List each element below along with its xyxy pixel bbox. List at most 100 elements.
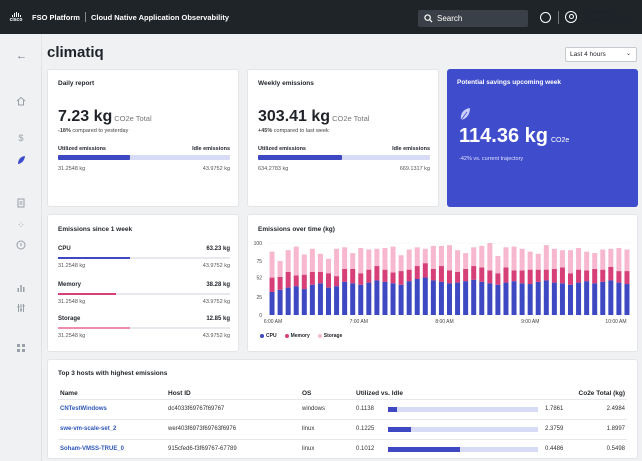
bar-storage[interactable] <box>567 250 574 274</box>
bar-cpu[interactable] <box>309 284 315 315</box>
bar-cpu[interactable] <box>374 280 380 315</box>
bar-storage[interactable] <box>277 261 283 277</box>
bar-memory[interactable] <box>366 269 372 283</box>
host-name-link[interactable]: CNTestWindows <box>60 406 107 412</box>
bar-storage[interactable] <box>455 250 461 272</box>
bar-cpu[interactable] <box>616 282 622 315</box>
bar-cpu[interactable] <box>559 283 565 315</box>
bar-memory[interactable] <box>422 263 428 278</box>
bar-storage[interactable] <box>334 248 340 277</box>
host-name-link[interactable]: swe-vm-scale-set_2 <box>60 426 116 432</box>
bar-cpu[interactable] <box>301 289 307 315</box>
bar-memory[interactable] <box>600 269 606 282</box>
bar-storage[interactable] <box>358 248 364 274</box>
bar-cpu[interactable] <box>414 279 420 315</box>
bar-memory[interactable] <box>374 266 380 281</box>
bar-storage[interactable] <box>438 245 444 267</box>
bar-cpu[interactable] <box>608 280 614 315</box>
bar-cpu[interactable] <box>269 291 275 315</box>
bar-cpu[interactable] <box>406 281 412 315</box>
bar-storage[interactable] <box>366 249 372 270</box>
bar-cpu[interactable] <box>438 281 444 315</box>
bar-chart-icon[interactable] <box>16 283 26 293</box>
bar-storage[interactable] <box>285 250 291 272</box>
help-icon[interactable]: ? <box>540 12 551 23</box>
bar-memory[interactable] <box>576 269 582 283</box>
bar-memory[interactable] <box>543 269 549 281</box>
bar-cpu[interactable] <box>285 287 291 315</box>
bar-storage[interactable] <box>503 247 509 268</box>
bar-cpu[interactable] <box>503 282 509 315</box>
table-row[interactable]: swe-vm-scale-set_2 wer403f6973f69763f697… <box>58 419 627 439</box>
bar-memory[interactable] <box>325 273 332 288</box>
bar-storage[interactable] <box>463 253 469 269</box>
bar-memory[interactable] <box>592 268 598 284</box>
bar-storage[interactable] <box>342 247 348 269</box>
bar-storage[interactable] <box>325 258 332 274</box>
bar-cpu[interactable] <box>325 287 332 315</box>
bar-memory[interactable] <box>350 268 356 284</box>
bar-storage[interactable] <box>519 248 525 271</box>
document-icon[interactable] <box>16 198 26 208</box>
search-input[interactable]: Search <box>418 10 528 27</box>
host-name-link[interactable]: Soham-VMSS-TRUE_0 <box>60 446 124 452</box>
time-range-select[interactable]: Last 4 hours ⌄ <box>565 47 637 62</box>
user-avatar-icon[interactable] <box>565 11 577 23</box>
bar-storage[interactable] <box>309 248 315 272</box>
bar-cpu[interactable] <box>592 283 598 315</box>
bar-memory[interactable] <box>487 270 493 284</box>
bar-memory[interactable] <box>398 271 404 285</box>
bar-memory[interactable] <box>382 269 388 282</box>
bar-cpu[interactable] <box>527 284 533 315</box>
bar-memory[interactable] <box>406 269 412 282</box>
bar-memory[interactable] <box>624 271 630 285</box>
bar-cpu[interactable] <box>463 281 469 315</box>
bar-cpu[interactable] <box>366 282 372 315</box>
bar-storage[interactable] <box>600 249 606 270</box>
bar-cpu[interactable] <box>576 282 582 315</box>
bar-cpu[interactable] <box>430 280 436 315</box>
column-header-name[interactable]: Name <box>60 390 78 397</box>
bar-memory[interactable] <box>519 270 525 284</box>
bar-memory[interactable] <box>535 269 541 282</box>
bar-memory[interactable] <box>455 271 461 283</box>
bar-cpu[interactable] <box>446 283 453 315</box>
user-name[interactable]: Francisco <box>583 9 614 17</box>
sliders-icon[interactable] <box>16 303 26 313</box>
bar-storage[interactable] <box>495 255 501 274</box>
column-header-total[interactable]: Co2e Total (kg) <box>579 390 625 397</box>
cisco-logo[interactable]: cisco <box>6 11 26 23</box>
bar-memory[interactable] <box>608 266 614 281</box>
bar-storage[interactable] <box>414 247 420 267</box>
bar-memory[interactable] <box>342 268 348 282</box>
bar-cpu[interactable] <box>535 281 541 315</box>
bar-storage[interactable] <box>471 247 477 267</box>
bar-memory[interactable] <box>430 268 436 281</box>
legend-item-memory[interactable]: Memory <box>284 333 310 339</box>
bar-storage[interactable] <box>350 253 356 269</box>
bar-memory[interactable] <box>317 271 323 284</box>
bar-storage[interactable] <box>551 248 557 269</box>
sparkle-icon[interactable]: ⁘ <box>16 220 26 230</box>
bar-cpu[interactable] <box>584 281 590 315</box>
bar-storage[interactable] <box>374 248 380 267</box>
bar-memory[interactable] <box>527 269 533 285</box>
bar-storage[interactable] <box>390 246 396 273</box>
bar-storage[interactable] <box>269 251 275 278</box>
bar-memory[interactable] <box>511 270 517 282</box>
bar-storage[interactable] <box>430 245 436 269</box>
bar-memory[interactable] <box>269 277 275 292</box>
table-row[interactable]: CNTestWindows dc4033f69767f69767 windows… <box>58 399 627 419</box>
bar-memory[interactable] <box>551 268 557 283</box>
bar-memory[interactable] <box>503 267 509 283</box>
bar-memory[interactable] <box>446 270 453 284</box>
table-row[interactable]: Soham-VMSS-TRUE_0 915cfed6-f3f69767-6778… <box>58 439 627 459</box>
bar-storage[interactable] <box>479 245 485 268</box>
chevron-down-icon[interactable]: ⌄ <box>634 15 639 22</box>
bar-memory[interactable] <box>334 276 340 287</box>
column-header-host[interactable]: Host ID <box>168 390 191 397</box>
bar-storage[interactable] <box>584 251 590 271</box>
bar-storage[interactable] <box>616 248 622 272</box>
bar-cpu[interactable] <box>543 280 549 315</box>
bar-storage[interactable] <box>301 254 307 275</box>
